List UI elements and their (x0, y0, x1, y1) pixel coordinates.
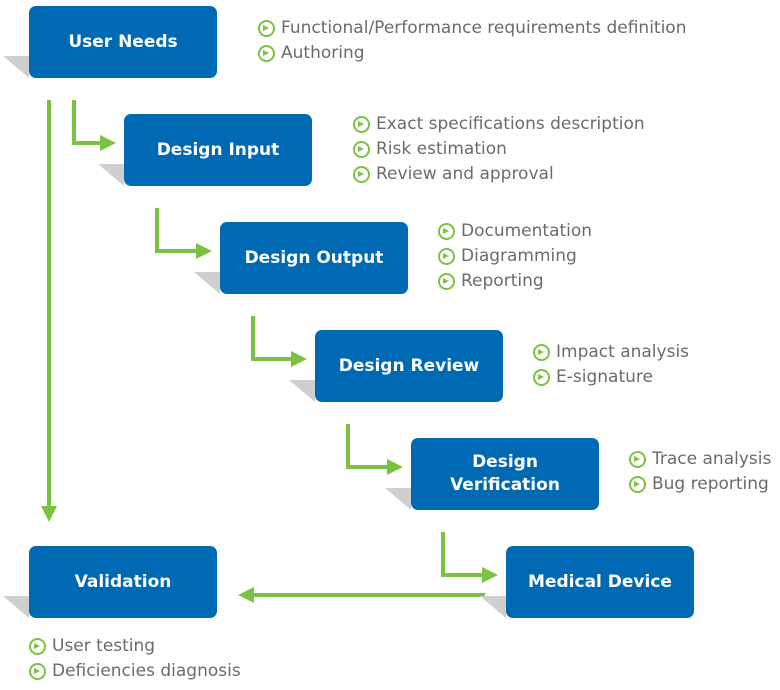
list-item-text: Deficiencies diagnosis (52, 661, 241, 681)
circle-arrow-right-icon (438, 273, 455, 290)
list-item: Reporting (438, 269, 592, 294)
step-label: Design Input (156, 139, 280, 160)
box-shadow (385, 488, 411, 510)
step-label: Design Review (338, 355, 480, 376)
list-item-text: Functional/Performance requirements defi… (281, 18, 687, 38)
step-label: Validation (74, 571, 172, 592)
arrow-to-design-verification (346, 424, 403, 475)
list-item: Exact specifications description (353, 112, 645, 137)
step-label: Design Verification (450, 452, 560, 495)
step-label: Medical Device (528, 571, 672, 592)
step-design-review-items: Impact analysis E-signature (533, 340, 689, 390)
list-item-text: Trace analysis (652, 449, 772, 469)
list-item-text: E-signature (556, 367, 653, 387)
list-item: Documentation (438, 219, 592, 244)
step-design-verification-items: Trace analysis Bug reporting (629, 447, 771, 497)
step-design-input-items: Exact specifications description Risk est… (353, 112, 645, 187)
list-item-text: Impact analysis (556, 342, 690, 362)
arrow-to-design-input (72, 100, 116, 151)
list-item: Impact analysis (533, 340, 689, 365)
list-item-text: Risk estimation (376, 139, 507, 159)
circle-arrow-right-icon (353, 141, 370, 158)
list-item-text: Review and approval (376, 164, 554, 184)
step-validation: Validation (29, 546, 217, 618)
step-medical-device: Medical Device (506, 546, 694, 618)
circle-arrow-right-icon (29, 638, 46, 655)
circle-arrow-right-icon (258, 20, 275, 37)
circle-arrow-right-icon (353, 116, 370, 133)
list-item: Review and approval (353, 162, 645, 187)
step-label: Design Output (244, 247, 384, 268)
box-shadow (194, 272, 220, 294)
arrow-to-design-output (155, 208, 212, 259)
step-label: User Needs (68, 31, 178, 52)
circle-arrow-right-icon (438, 248, 455, 265)
circle-arrow-right-icon (533, 344, 550, 361)
list-item: E-signature (533, 365, 689, 390)
list-item: User testing (29, 634, 241, 659)
circle-arrow-right-icon (29, 663, 46, 680)
step-design-input: Design Input (124, 114, 312, 186)
step-validation-items: User testing Deficiencies diagnosis (29, 634, 241, 684)
box-shadow (480, 596, 506, 618)
step-design-output: Design Output (220, 222, 408, 294)
arrow-to-medical-device (441, 532, 498, 583)
list-item: Diagramming (438, 244, 592, 269)
circle-arrow-right-icon (258, 45, 275, 62)
list-item: Functional/Performance requirements defi… (258, 16, 687, 41)
step-design-verification: Design Verification (411, 438, 599, 510)
circle-arrow-right-icon (629, 476, 646, 493)
circle-arrow-right-icon (438, 223, 455, 240)
list-item: Authoring (258, 41, 687, 66)
box-shadow (289, 380, 315, 402)
step-user-needs: User Needs (29, 6, 217, 78)
list-item: Risk estimation (353, 137, 645, 162)
step-design-output-items: Documentation Diagramming Reporting (438, 219, 592, 294)
list-item-text: Reporting (461, 271, 544, 291)
step-design-review: Design Review (315, 330, 503, 402)
list-item-text: Authoring (281, 43, 365, 63)
circle-arrow-right-icon (629, 451, 646, 468)
box-shadow (3, 56, 29, 78)
list-item: Bug reporting (629, 472, 771, 497)
list-item: Deficiencies diagnosis (29, 659, 241, 684)
arrow-to-design-review (251, 316, 307, 367)
list-item-text: Bug reporting (652, 474, 769, 494)
box-shadow (98, 164, 124, 186)
circle-arrow-right-icon (353, 166, 370, 183)
list-item-text: User testing (52, 636, 156, 656)
step-user-needs-items: Functional/Performance requirements defi… (258, 16, 687, 66)
box-shadow (3, 596, 29, 618)
list-item-text: Documentation (461, 221, 593, 241)
list-item-text: Diagramming (461, 246, 577, 266)
circle-arrow-right-icon (533, 369, 550, 386)
list-item-text: Exact specifications description (376, 114, 645, 134)
list-item: Trace analysis (629, 447, 771, 472)
